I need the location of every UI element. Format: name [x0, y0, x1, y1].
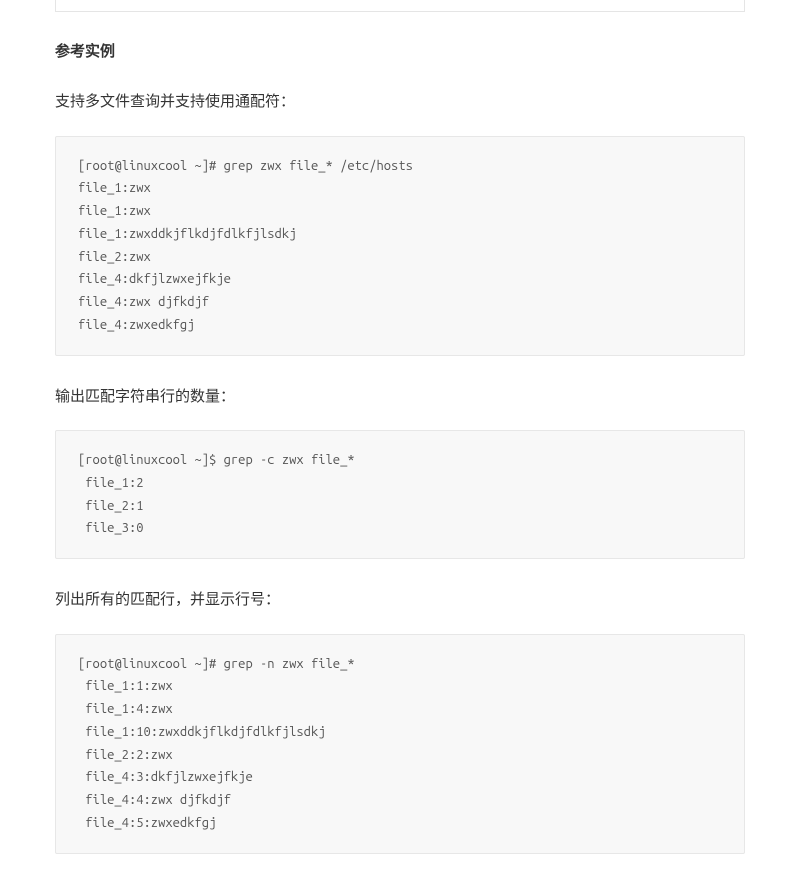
section-heading: 参考实例 [55, 40, 745, 61]
example-description: 输出匹配字符串行的数量： [55, 386, 745, 409]
table-bottom-border [55, 0, 745, 12]
code-block: [root@linuxcool ~]# grep -n zwx file_* f… [55, 634, 745, 854]
article-content: 参考实例 支持多文件查询并支持使用通配符： [root@linuxcool ~]… [0, 40, 800, 884]
example-description: 支持多文件查询并支持使用通配符： [55, 91, 745, 114]
code-block: [root@linuxcool ~]$ grep -c zwx file_* f… [55, 430, 745, 559]
example-description: 列出所有的匹配行，并显示行号： [55, 589, 745, 612]
code-block: [root@linuxcool ~]# grep zwx file_* /etc… [55, 136, 745, 356]
